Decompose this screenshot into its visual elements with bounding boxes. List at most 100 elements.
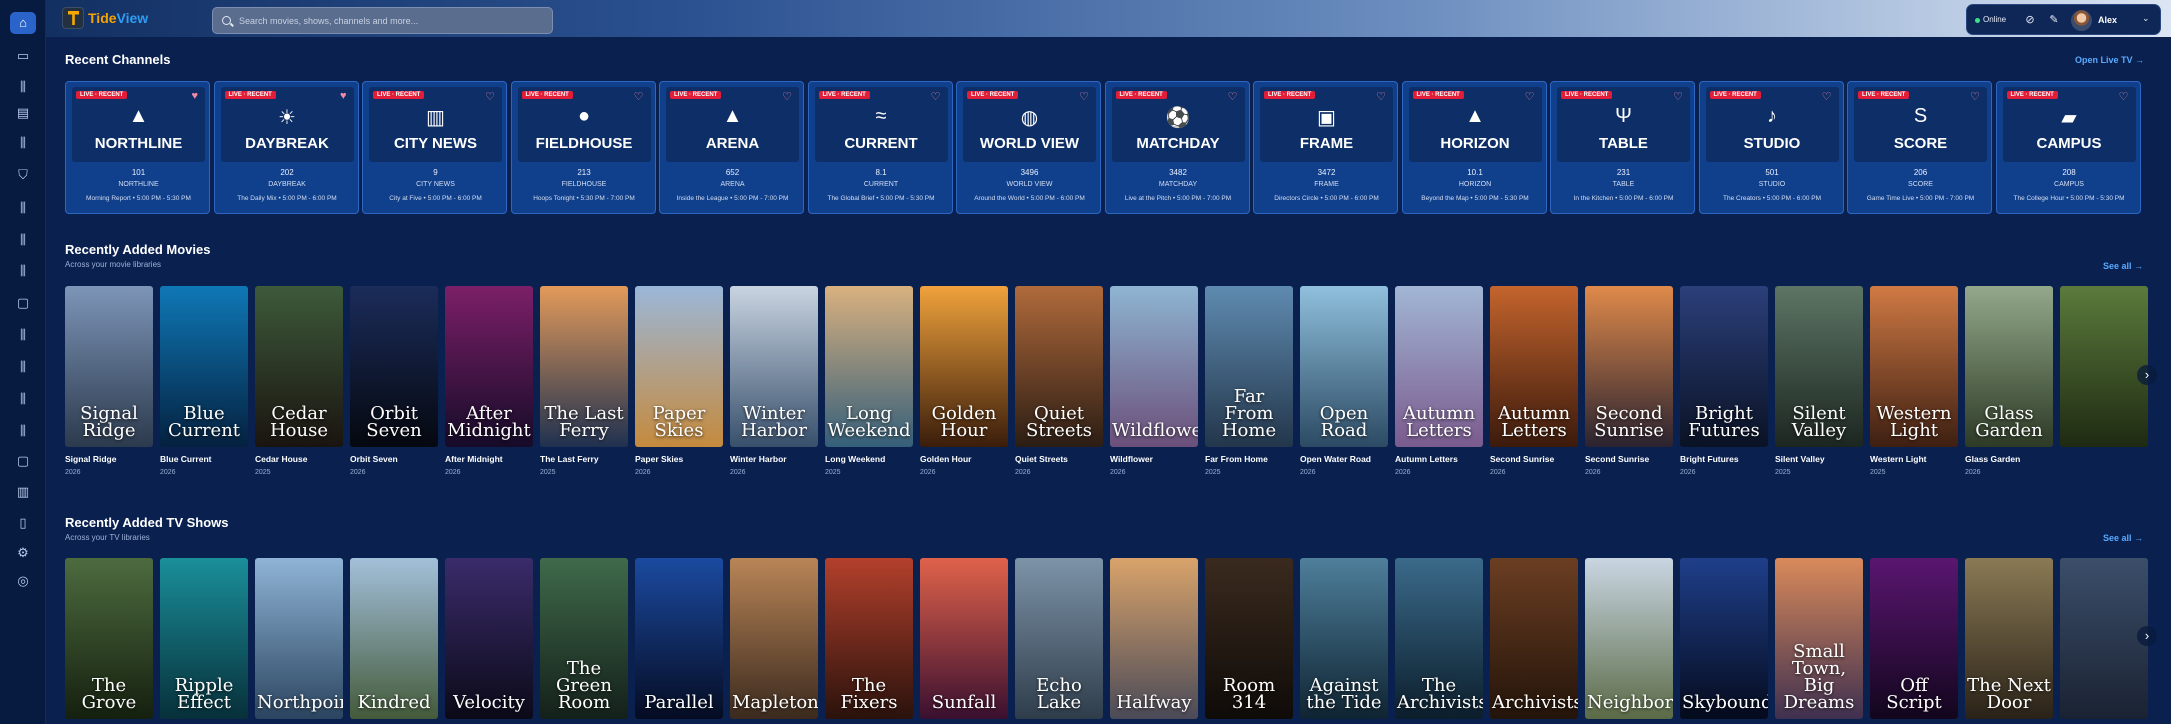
heart-icon[interactable]: ♡ xyxy=(931,90,941,103)
movie-title[interactable]: Long Weekend xyxy=(825,454,885,464)
heart-icon[interactable]: ♡ xyxy=(1376,90,1386,103)
show-poster[interactable]: Sunfall xyxy=(920,558,1008,719)
movie-poster[interactable]: Silent Valley xyxy=(1775,286,1863,447)
movie-poster[interactable]: Blue Current xyxy=(160,286,248,447)
show-poster[interactable]: Skybound xyxy=(1680,558,1768,719)
show-poster[interactable]: Kindred xyxy=(350,558,438,719)
heart-icon[interactable]: ♡ xyxy=(485,90,495,103)
movie-poster[interactable]: Paper Skies xyxy=(635,286,723,447)
heart-icon[interactable]: ♡ xyxy=(634,90,644,103)
heart-icon[interactable]: ♡ xyxy=(1673,90,1683,103)
channel-card[interactable]: LIVE · RECENT ♥ ☀ DAYBREAK 202 DAYBREAK The Da… xyxy=(213,81,359,214)
library-icon[interactable]: ⫼ xyxy=(10,260,36,282)
shows-next-arrow-icon[interactable]: › xyxy=(2137,626,2157,646)
channel-card[interactable]: LIVE · RECENT ♡ ▰ CAMPUS 208 CAMPUS The Colleg… xyxy=(1995,81,2141,214)
show-poster[interactable]: The Green Room xyxy=(540,558,628,719)
show-poster[interactable]: Neighborly xyxy=(1585,558,1673,719)
movie-title[interactable]: Western Light xyxy=(1870,454,1927,464)
chat-icon[interactable]: ▢ xyxy=(10,450,36,472)
search-bar[interactable] xyxy=(212,7,553,34)
heart-icon[interactable]: ♡ xyxy=(2119,90,2129,103)
movie-poster[interactable]: The Last Ferry xyxy=(540,286,628,447)
library-icon[interactable]: ⫼ xyxy=(10,197,36,219)
heart-icon[interactable]: ♥ xyxy=(191,90,198,102)
show-poster[interactable]: Northpoint xyxy=(255,558,343,719)
channel-card[interactable]: LIVE · RECENT ♥ ▲ NORTHLINE 101 NORTHLINE Morn… xyxy=(65,81,210,214)
movie-title[interactable]: Bright Futures xyxy=(1680,454,1739,464)
heart-icon[interactable]: ♡ xyxy=(1970,90,1980,103)
channel-card[interactable]: LIVE · RECENT ♡ ▲ ARENA 652 ARENA Inside the L… xyxy=(659,81,804,214)
movie-title[interactable]: Second Sunrise xyxy=(1585,454,1649,464)
book-icon[interactable]: ▯ xyxy=(10,512,36,534)
movie-poster[interactable]: Golden Hour xyxy=(920,286,1008,447)
show-poster[interactable]: Mapleton xyxy=(730,558,818,719)
heart-icon[interactable]: ♡ xyxy=(1079,90,1089,103)
movie-poster[interactable]: Long Weekend xyxy=(825,286,913,447)
show-poster[interactable]: The Next Door xyxy=(1965,558,2053,719)
show-poster[interactable] xyxy=(2060,558,2148,719)
movie-title[interactable]: Quiet Streets xyxy=(1015,454,1068,464)
movie-title[interactable]: Blue Current xyxy=(160,454,211,464)
link-icon[interactable]: ⊘ xyxy=(2021,11,2039,29)
movie-title[interactable]: Paper Skies xyxy=(635,454,683,464)
search-input[interactable] xyxy=(239,13,539,29)
brand-name[interactable]: TideView xyxy=(88,10,148,26)
show-poster[interactable]: The Fixers xyxy=(825,558,913,719)
chat-icon[interactable]: ▢ xyxy=(10,292,36,314)
live-tv-icon[interactable]: ▭ xyxy=(10,45,36,67)
movie-title[interactable]: Wildflower xyxy=(1110,454,1153,464)
movie-poster[interactable]: After Midnight xyxy=(445,286,533,447)
show-poster[interactable]: Halfway xyxy=(1110,558,1198,719)
movie-poster[interactable]: Second Sunrise xyxy=(1585,286,1673,447)
settings-icon[interactable]: ⚙ xyxy=(10,542,36,564)
heart-icon[interactable]: ♡ xyxy=(1822,90,1832,103)
movie-poster[interactable]: Far From Home xyxy=(1205,286,1293,447)
avatar[interactable] xyxy=(2071,10,2092,31)
show-poster[interactable]: Echo Lake xyxy=(1015,558,1103,719)
library-icon[interactable]: ⫼ xyxy=(10,324,36,346)
movie-title[interactable]: Golden Hour xyxy=(920,454,971,464)
show-poster[interactable]: The Archivists xyxy=(1395,558,1483,719)
channel-card[interactable]: LIVE · RECENT ♡ ▣ FRAME 3472 FRAME Directors C… xyxy=(1253,81,1398,214)
movie-poster[interactable]: Western Light xyxy=(1870,286,1958,447)
movie-poster[interactable]: Signal Ridge xyxy=(65,286,153,447)
user-name[interactable]: Alex xyxy=(2098,15,2117,25)
library-icon[interactable]: ⫼ xyxy=(10,76,36,98)
show-poster[interactable]: The Grove xyxy=(65,558,153,719)
movie-poster[interactable]: Quiet Streets xyxy=(1015,286,1103,447)
movie-title[interactable]: Silent Valley xyxy=(1775,454,1825,464)
guide-icon[interactable]: ▤ xyxy=(10,102,36,124)
books-icon[interactable]: ▥ xyxy=(10,481,36,503)
library-icon[interactable]: ⫼ xyxy=(10,388,36,410)
home-icon[interactable]: ⌂ xyxy=(10,12,36,34)
heart-icon[interactable]: ♡ xyxy=(782,90,792,103)
movie-title[interactable]: Winter Harbor xyxy=(730,454,787,464)
show-poster[interactable]: Off Script xyxy=(1870,558,1958,719)
help-icon[interactable]: ◎ xyxy=(10,570,36,592)
app-logo[interactable] xyxy=(62,7,84,29)
channel-card[interactable]: LIVE · RECENT ♡ S SCORE 206 SCORE Game Time Li… xyxy=(1847,81,1992,214)
movie-title[interactable]: Open Water Road xyxy=(1300,454,1371,464)
movie-poster[interactable]: Winter Harbor xyxy=(730,286,818,447)
movie-poster[interactable]: Cedar House xyxy=(255,286,343,447)
library-icon[interactable]: ⫼ xyxy=(10,356,36,378)
show-poster[interactable]: Velocity xyxy=(445,558,533,719)
show-poster[interactable]: Against the Tide xyxy=(1300,558,1388,719)
movie-title[interactable]: Far From Home xyxy=(1205,454,1268,464)
movie-poster[interactable]: Glass Garden xyxy=(1965,286,2053,447)
heart-icon[interactable]: ♡ xyxy=(1228,90,1238,103)
channel-card[interactable]: LIVE · RECENT ♡ ⚽ MATCHDAY 3482 MATCHDAY Live … xyxy=(1104,81,1250,214)
channel-card[interactable]: LIVE · RECENT ♡ Ψ TABLE 231 TABLE In the Kitch… xyxy=(1550,81,1695,214)
movies-see-all-link[interactable]: See all → xyxy=(2103,261,2143,271)
channel-card[interactable]: LIVE · RECENT ♡ ≈ CURRENT 8.1 CURRENT The Glob… xyxy=(807,81,953,214)
show-poster[interactable]: Archivists xyxy=(1490,558,1578,719)
channel-card[interactable]: LIVE · RECENT ♡ ▥ CITY NEWS 9 CITY NEWS City a… xyxy=(362,81,507,214)
library-icon[interactable]: ⫼ xyxy=(10,420,36,442)
movies-next-arrow-icon[interactable]: › xyxy=(2137,365,2157,385)
movie-poster[interactable] xyxy=(2060,286,2148,447)
show-poster[interactable]: Small Town, Big Dreams xyxy=(1775,558,1863,719)
movie-title[interactable]: Autumn Letters xyxy=(1395,454,1458,464)
channel-card[interactable]: LIVE · RECENT ♡ ▲ HORIZON 10.1 HORIZON Beyond … xyxy=(1401,81,1547,214)
open-live-tv-link[interactable]: Open Live TV → xyxy=(2075,55,2144,65)
show-poster[interactable]: Ripple Effect xyxy=(160,558,248,719)
